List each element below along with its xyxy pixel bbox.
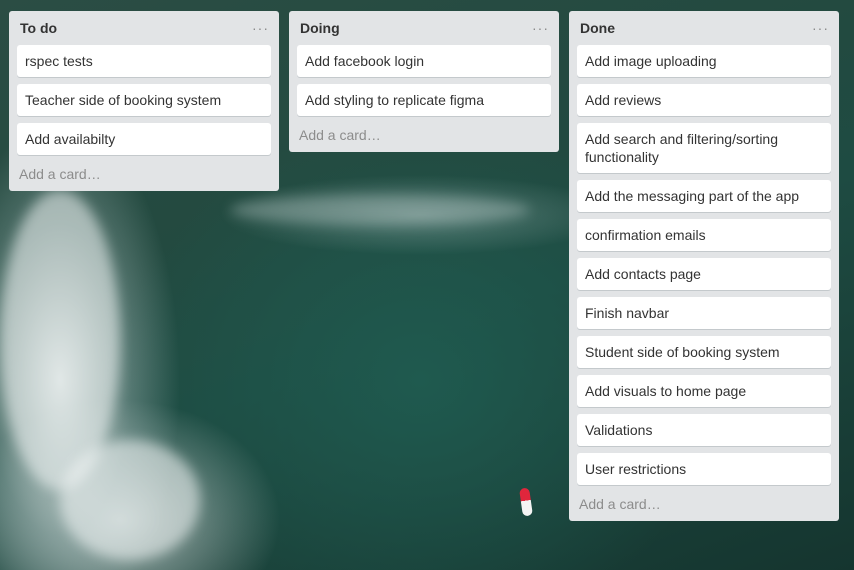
list-title[interactable]: To do <box>20 20 57 36</box>
card[interactable]: Add image uploading <box>577 45 831 77</box>
list-done: Done ··· Add image uploading Add reviews… <box>569 11 839 521</box>
card[interactable]: Add the messaging part of the app <box>577 180 831 212</box>
list-doing: Doing ··· Add facebook login Add styling… <box>289 11 559 152</box>
wave-foam <box>60 440 200 560</box>
card[interactable]: Add visuals to home page <box>577 375 831 407</box>
list-menu-icon[interactable]: ··· <box>812 21 829 35</box>
add-card-button[interactable]: Add a card… <box>17 162 271 191</box>
card[interactable]: User restrictions <box>577 453 831 485</box>
wave-foam <box>230 195 530 225</box>
card[interactable]: Validations <box>577 414 831 446</box>
list-header: Done ··· <box>577 11 831 45</box>
add-card-button[interactable]: Add a card… <box>297 123 551 152</box>
card[interactable]: Finish navbar <box>577 297 831 329</box>
card[interactable]: Teacher side of booking system <box>17 84 271 116</box>
card[interactable]: Add availabilty <box>17 123 271 155</box>
list-to-do: To do ··· rspec tests Teacher side of bo… <box>9 11 279 191</box>
card[interactable]: Add search and filtering/sorting functio… <box>577 123 831 173</box>
card[interactable]: Add facebook login <box>297 45 551 77</box>
list-title[interactable]: Done <box>580 20 615 36</box>
card[interactable]: Add contacts page <box>577 258 831 290</box>
add-card-button[interactable]: Add a card… <box>577 492 831 521</box>
list-title[interactable]: Doing <box>300 20 340 36</box>
card[interactable]: Add reviews <box>577 84 831 116</box>
list-menu-icon[interactable]: ··· <box>252 21 269 35</box>
surfer-image-detail <box>519 487 533 517</box>
card[interactable]: Student side of booking system <box>577 336 831 368</box>
card[interactable]: confirmation emails <box>577 219 831 251</box>
card[interactable]: rspec tests <box>17 45 271 77</box>
list-menu-icon[interactable]: ··· <box>532 21 549 35</box>
list-header: To do ··· <box>17 11 271 45</box>
list-header: Doing ··· <box>297 11 551 45</box>
board-canvas: To do ··· rspec tests Teacher side of bo… <box>0 0 854 570</box>
card[interactable]: Add styling to replicate figma <box>297 84 551 116</box>
